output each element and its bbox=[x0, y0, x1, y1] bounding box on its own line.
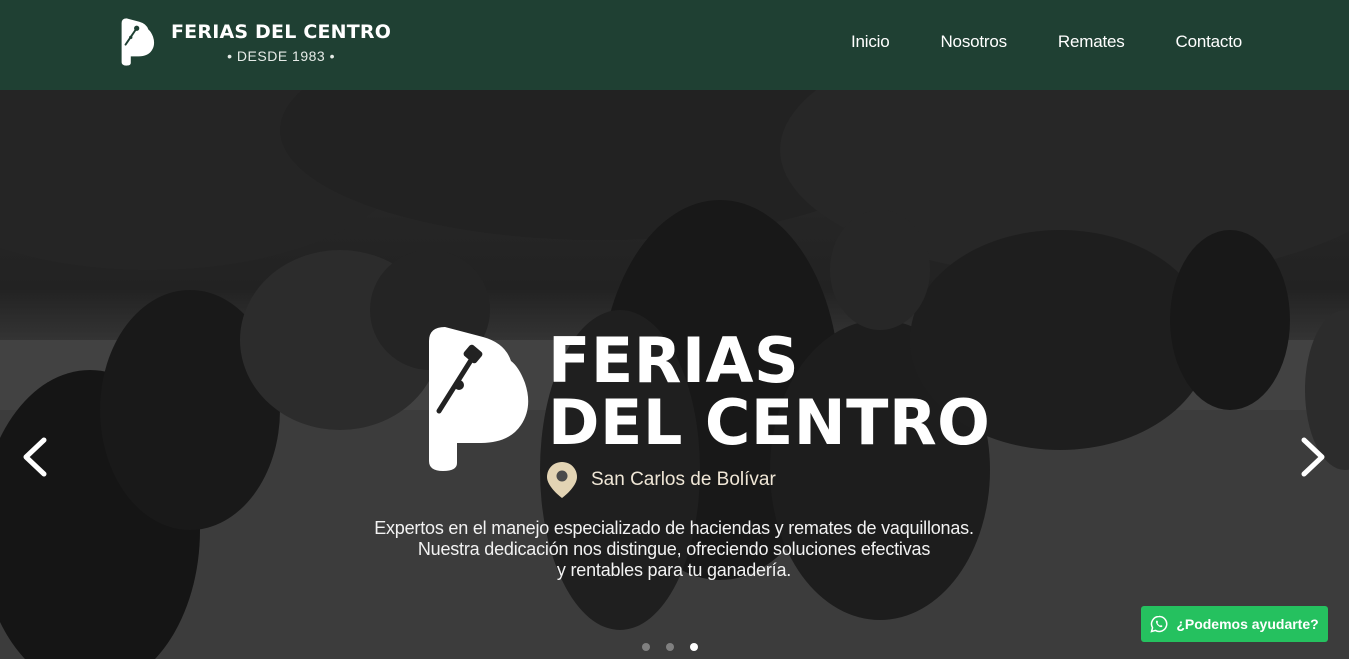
hoof-logo-icon bbox=[429, 327, 529, 471]
chevron-left-icon[interactable] bbox=[16, 432, 56, 482]
site-header: FERIAS DEL CENTRO • DESDE 1983 • Inicio … bbox=[0, 0, 1349, 90]
map-pin-icon bbox=[547, 462, 577, 498]
chevron-right-icon[interactable] bbox=[1292, 432, 1332, 482]
location: San Carlos de Bolívar bbox=[545, 460, 776, 500]
brand-name: FERIAS DEL CENTRO bbox=[171, 20, 392, 43]
slider-dot-3[interactable] bbox=[690, 643, 698, 651]
whatsapp-label: ¿Podemos ayudarte? bbox=[1176, 616, 1319, 632]
hero-title-line-1: FERIAS bbox=[548, 324, 800, 397]
hero-slider: FERIAS DEL CENTRO San Carlos de Bolívar … bbox=[0, 90, 1349, 659]
slider-dot-1[interactable] bbox=[642, 643, 650, 651]
hoof-brand-icon bbox=[121, 18, 155, 66]
slider-dot-2[interactable] bbox=[666, 643, 674, 651]
main-nav: Inicio Nosotros Remates Contacto bbox=[800, 32, 1242, 52]
hero-description-line-2: Nuestra dedicación nos distingue, ofreci… bbox=[417, 539, 931, 559]
hero-title: FERIAS DEL CENTRO bbox=[548, 330, 990, 454]
slider-dots bbox=[642, 643, 714, 651]
hero-description-line-1: Expertos en el manejo especializado de h… bbox=[374, 518, 974, 538]
nav-link-inicio[interactable]: Inicio bbox=[851, 32, 890, 52]
hero-description: Expertos en el manejo especializado de h… bbox=[274, 518, 1074, 581]
hero-description-line-3: y rentables para tu ganadería. bbox=[556, 560, 792, 580]
whatsapp-icon bbox=[1150, 615, 1168, 633]
whatsapp-help-button[interactable]: ¿Podemos ayudarte? bbox=[1141, 606, 1328, 642]
brand-tagline: • DESDE 1983 • bbox=[227, 47, 335, 64]
brand[interactable]: FERIAS DEL CENTRO • DESDE 1983 • bbox=[119, 18, 391, 66]
hero-title-line-2: DEL CENTRO bbox=[548, 386, 991, 459]
nav-link-contacto[interactable]: Contacto bbox=[1176, 32, 1243, 52]
nav-link-nosotros[interactable]: Nosotros bbox=[940, 32, 1007, 52]
nav-link-remates[interactable]: Remates bbox=[1058, 32, 1125, 52]
location-text: San Carlos de Bolívar bbox=[591, 469, 776, 490]
